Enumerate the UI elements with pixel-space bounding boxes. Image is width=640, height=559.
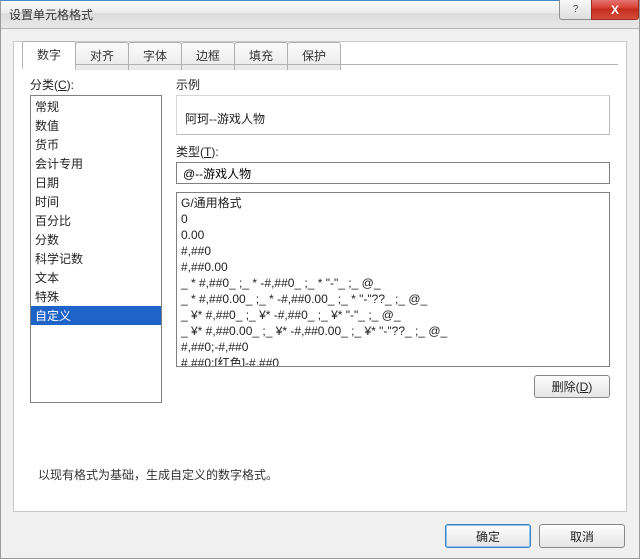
format-item[interactable]: G/通用格式 bbox=[181, 195, 605, 211]
delete-button[interactable]: 删除(D) bbox=[534, 375, 610, 398]
help-icon: ? bbox=[573, 4, 579, 15]
format-cells-dialog: 设置单元格格式 ? X 数字对齐字体边框填充保护 分类(C): 常规数值货币会计… bbox=[0, 0, 640, 559]
help-button[interactable]: ? bbox=[559, 0, 591, 20]
sample-label: 示例 bbox=[176, 76, 610, 93]
format-item[interactable]: #,##0;-#,##0 bbox=[181, 339, 605, 355]
category-item[interactable]: 百分比 bbox=[31, 211, 161, 230]
category-item[interactable]: 货币 bbox=[31, 135, 161, 154]
ok-button[interactable]: 确定 bbox=[445, 524, 531, 548]
dialog-body: 数字对齐字体边框填充保护 分类(C): 常规数值货币会计专用日期时间百分比分数科… bbox=[13, 41, 627, 512]
format-listbox[interactable]: G/通用格式00.00#,##0#,##0.00_ * #,##0_ ;_ * … bbox=[176, 192, 610, 367]
type-group: 类型(T): bbox=[176, 143, 610, 184]
category-item[interactable]: 数值 bbox=[31, 116, 161, 135]
format-item[interactable]: _ * #,##0.00_ ;_ * -#,##0.00_ ;_ * "-"??… bbox=[181, 291, 605, 307]
category-item[interactable]: 自定义 bbox=[31, 306, 161, 325]
hint-text: 以现有格式为基础，生成自定义的数字格式。 bbox=[38, 466, 278, 483]
tab-0[interactable]: 数字 bbox=[22, 41, 76, 69]
settings-column: 示例 阿珂--游戏人物 类型(T): G/通用格式00.00#,##0#,##0… bbox=[162, 76, 610, 495]
category-item[interactable]: 时间 bbox=[31, 192, 161, 211]
category-item[interactable]: 文本 bbox=[31, 268, 161, 287]
format-item[interactable]: 0 bbox=[181, 211, 605, 227]
format-item[interactable]: #,##0.00 bbox=[181, 259, 605, 275]
cancel-button[interactable]: 取消 bbox=[539, 524, 625, 548]
window-buttons: ? X bbox=[559, 0, 639, 20]
type-label: 类型(T): bbox=[176, 143, 610, 160]
dialog-buttons: 确定 取消 bbox=[445, 524, 625, 548]
category-column: 分类(C): 常规数值货币会计专用日期时间百分比分数科学记数文本特殊自定义 bbox=[30, 76, 162, 495]
category-item[interactable]: 科学记数 bbox=[31, 249, 161, 268]
window-title: 设置单元格格式 bbox=[9, 6, 93, 23]
category-item[interactable]: 特殊 bbox=[31, 287, 161, 306]
format-item[interactable]: _ ¥* #,##0.00_ ;_ ¥* -#,##0.00_ ;_ ¥* "-… bbox=[181, 323, 605, 339]
type-input[interactable] bbox=[176, 162, 610, 184]
category-item[interactable]: 日期 bbox=[31, 173, 161, 192]
format-item[interactable]: _ * #,##0_ ;_ * -#,##0_ ;_ * "-"_ ;_ @_ bbox=[181, 275, 605, 291]
category-item[interactable]: 会计专用 bbox=[31, 154, 161, 173]
format-item[interactable]: #,##0 bbox=[181, 243, 605, 259]
category-item[interactable]: 常规 bbox=[31, 97, 161, 116]
close-button[interactable]: X bbox=[591, 0, 639, 20]
tab-number-panel: 分类(C): 常规数值货币会计专用日期时间百分比分数科学记数文本特殊自定义 示例… bbox=[22, 64, 618, 503]
category-item[interactable]: 分数 bbox=[31, 230, 161, 249]
sample-box: 阿珂--游戏人物 bbox=[176, 95, 610, 135]
close-icon: X bbox=[611, 3, 619, 17]
format-item[interactable]: #,##0;[红色]-#,##0 bbox=[181, 355, 605, 367]
format-item[interactable]: 0.00 bbox=[181, 227, 605, 243]
format-item[interactable]: _ ¥* #,##0_ ;_ ¥* -#,##0_ ;_ ¥* "-"_ ;_ … bbox=[181, 307, 605, 323]
sample-group: 示例 阿珂--游戏人物 bbox=[176, 76, 610, 135]
titlebar: 设置单元格格式 ? X bbox=[1, 1, 639, 29]
category-listbox[interactable]: 常规数值货币会计专用日期时间百分比分数科学记数文本特殊自定义 bbox=[30, 95, 162, 403]
category-label: 分类(C): bbox=[30, 76, 162, 93]
sample-value: 阿珂--游戏人物 bbox=[185, 100, 265, 127]
